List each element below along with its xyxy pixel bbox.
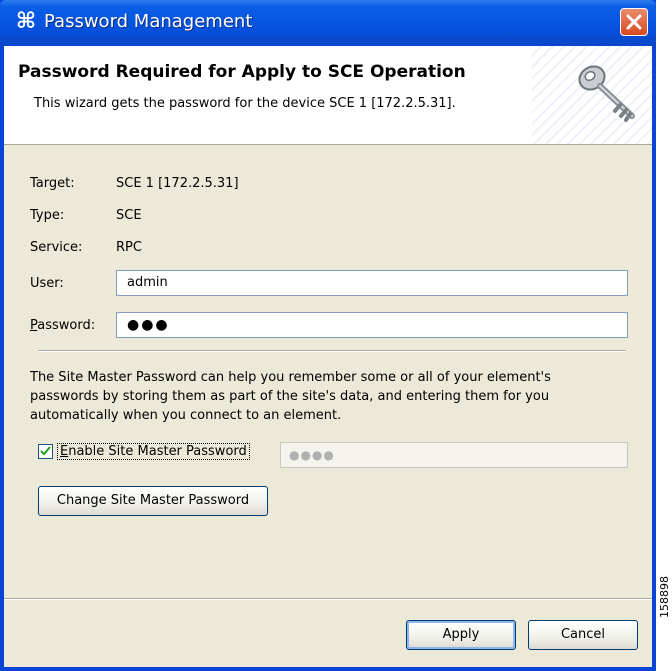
apply-button[interactable]: Apply [406, 620, 516, 650]
key-icon [578, 65, 635, 122]
enable-label-mnemonic: E [60, 444, 69, 459]
enable-site-master-label[interactable]: Enable Site Master Password [57, 443, 250, 460]
type-value: SCE [116, 208, 142, 223]
password-label-text: assword: [37, 318, 96, 333]
target-value: SCE 1 [172.2.5.31] [116, 176, 239, 191]
change-site-master-password-button[interactable]: Change Site Master Password [38, 486, 268, 516]
wizard-title: Password Required for Apply to SCE Opera… [18, 62, 466, 82]
password-management-window: ⌘ Password Management Password Required … [0, 0, 656, 671]
footer-divider [4, 598, 652, 600]
enable-label-text: nable Site Master Password [68, 444, 247, 459]
cancel-button[interactable]: Cancel [528, 620, 638, 650]
service-value: RPC [116, 240, 142, 255]
figure-id: 158898 [658, 576, 671, 618]
wizard-description: This wizard gets the password for the de… [34, 96, 456, 111]
section-divider [38, 350, 626, 352]
close-icon [626, 14, 642, 30]
wizard-header: Password Required for Apply to SCE Opera… [4, 46, 652, 145]
user-input[interactable]: admin [116, 270, 628, 296]
user-label: User: [30, 276, 64, 291]
site-master-info-text: The Site Master Password can help you re… [30, 370, 551, 423]
cisco-scm-icon: ⌘ [15, 9, 37, 34]
close-button[interactable] [620, 8, 648, 36]
type-label: Type: [30, 208, 65, 223]
target-label: Target: [30, 176, 75, 191]
enable-site-master-checkbox[interactable] [38, 444, 53, 459]
password-input[interactable]: ●●● [116, 312, 628, 338]
site-master-password-field: ●●●● [280, 442, 628, 468]
checkmark-icon [40, 446, 51, 456]
title-bar[interactable]: ⌘ Password Management [0, 0, 656, 46]
window-title: Password Management [44, 11, 253, 32]
password-label: Password: [30, 318, 95, 333]
dialog-client-area: Password Required for Apply to SCE Opera… [4, 46, 652, 667]
service-label: Service: [30, 240, 83, 255]
header-banner-art [532, 46, 652, 144]
